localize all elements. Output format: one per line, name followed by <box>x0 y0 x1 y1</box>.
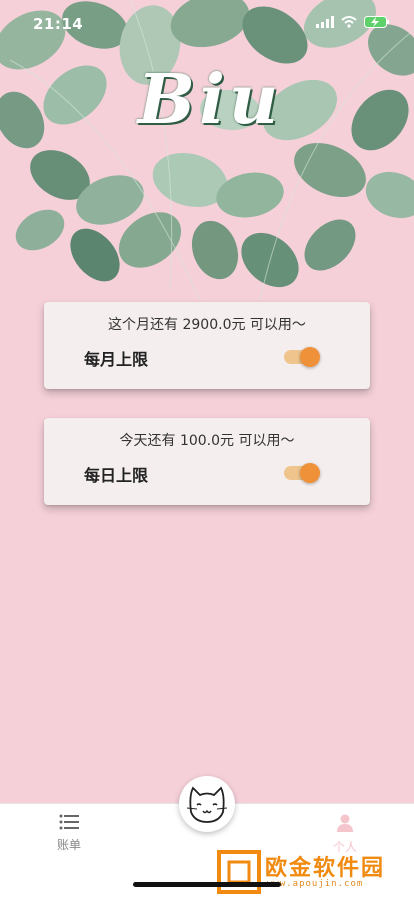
monthly-remaining-text: 这个月还有 2900.0元 可以用～ <box>108 317 306 333</box>
daily-limit-card: 今天还有 100.0元 可以用～ 每日上限 <box>44 418 370 505</box>
center-add-button[interactable] <box>179 776 235 832</box>
wifi-icon <box>341 16 357 28</box>
signal-icon <box>316 16 334 28</box>
watermark-url: www.apoujin.com <box>267 879 364 889</box>
app-logo: Biu <box>130 60 290 150</box>
status-bar: 21:14 <box>0 0 414 48</box>
logo-text: Biu <box>137 60 283 140</box>
battery-charging-icon <box>364 16 389 28</box>
person-icon <box>337 814 353 832</box>
toggle-thumb <box>300 347 320 367</box>
watermark-text: 欧金软件园 <box>265 856 386 881</box>
home-indicator <box>133 882 281 887</box>
daily-remaining-text: 今天还有 100.0元 可以用～ <box>119 433 295 449</box>
daily-limit-toggle[interactable] <box>284 462 320 483</box>
cat-face-icon <box>186 786 228 823</box>
daily-limit-label: 每日上限 <box>84 466 149 485</box>
status-time: 21:14 <box>33 15 84 33</box>
tab-bills[interactable]: 账单 <box>45 814 93 853</box>
monthly-limit-card: 这个月还有 2900.0元 可以用～ 每月上限 <box>44 302 370 389</box>
monthly-limit-toggle[interactable] <box>284 346 320 367</box>
toggle-thumb <box>300 463 320 483</box>
status-icons <box>316 16 390 28</box>
watermark-logo-icon <box>217 850 261 894</box>
tab-bills-label: 账单 <box>56 838 81 852</box>
watermark: 欧金软件园 www.apoujin.com <box>215 848 410 896</box>
list-icon <box>59 814 79 830</box>
monthly-limit-label: 每月上限 <box>84 350 149 369</box>
